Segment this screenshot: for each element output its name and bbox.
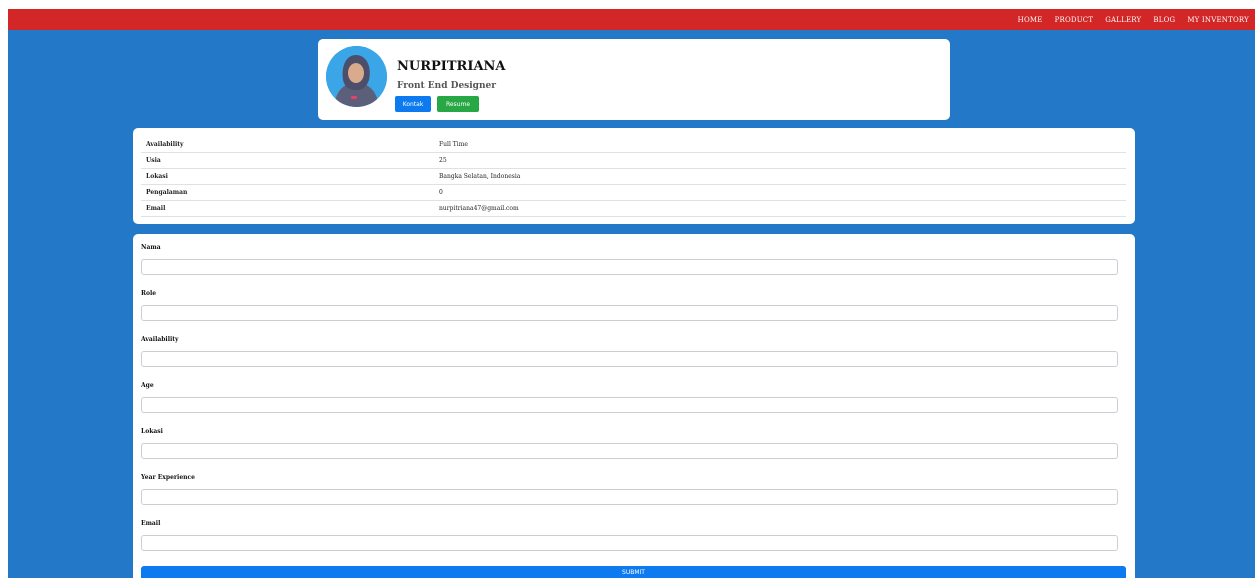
nav-my-inventory-link[interactable]: MY INVENTORY bbox=[1187, 16, 1249, 24]
top-navbar: HOME PRODUCT GALLERY BLOG MY INVENTORY bbox=[8, 9, 1255, 30]
availability-input[interactable] bbox=[141, 351, 1118, 367]
lokasi-input[interactable] bbox=[141, 443, 1118, 459]
info-value: nurpitriana47@gmail.com bbox=[434, 200, 1126, 217]
availability-label: Availability bbox=[141, 336, 179, 343]
info-value: Full Time bbox=[434, 137, 1126, 153]
nav-home-link[interactable]: HOME bbox=[1018, 16, 1043, 24]
info-key: Availability bbox=[141, 137, 434, 153]
role-label: Role bbox=[141, 290, 157, 297]
nav-links: HOME PRODUCT GALLERY BLOG MY INVENTORY bbox=[1006, 9, 1249, 30]
email-input[interactable] bbox=[141, 535, 1118, 551]
info-value: Bangka Selatan, Indonesia bbox=[434, 168, 1126, 185]
nama-label: Nama bbox=[141, 244, 161, 251]
avatar bbox=[326, 46, 387, 107]
table-row: Email nurpitriana47@gmail.com bbox=[141, 200, 1126, 217]
info-key: Lokasi bbox=[141, 168, 434, 185]
lokasi-label: Lokasi bbox=[141, 428, 163, 435]
info-key: Email bbox=[141, 200, 434, 217]
profile-card: NURPITRIANA Front End Designer Kontak Re… bbox=[318, 39, 950, 120]
profile-form: Nama Role Availability Age Lokasi Year E… bbox=[133, 234, 1135, 578]
nav-gallery-link[interactable]: GALLERY bbox=[1105, 16, 1141, 24]
info-key: Pengalaman bbox=[141, 184, 434, 201]
resume-button[interactable]: Resume bbox=[437, 96, 479, 112]
nav-product-link[interactable]: PRODUCT bbox=[1055, 16, 1094, 24]
email-label: Email bbox=[141, 520, 161, 527]
info-key: Usia bbox=[141, 152, 434, 169]
nav-blog-link[interactable]: BLOG bbox=[1153, 16, 1175, 24]
info-card: Availability Full Time Usia 25 Lokasi Ba… bbox=[133, 128, 1135, 224]
info-table: Availability Full Time Usia 25 Lokasi Ba… bbox=[141, 137, 1126, 217]
year-experience-input[interactable] bbox=[141, 489, 1118, 505]
age-label: Age bbox=[141, 382, 154, 389]
role-input[interactable] bbox=[141, 305, 1118, 321]
contact-button[interactable]: Kontak bbox=[395, 96, 431, 112]
person-photo-icon bbox=[326, 46, 387, 107]
nama-input[interactable] bbox=[141, 259, 1118, 275]
table-row: Lokasi Bangka Selatan, Indonesia bbox=[141, 168, 1126, 185]
info-value: 0 bbox=[434, 184, 1126, 201]
table-row: Usia 25 bbox=[141, 152, 1126, 169]
year-experience-label: Year Experience bbox=[141, 474, 195, 481]
submit-button[interactable]: SUBMIT bbox=[141, 566, 1126, 578]
table-row: Availability Full Time bbox=[141, 137, 1126, 153]
info-value: 25 bbox=[434, 152, 1126, 169]
profile-name: NURPITRIANA bbox=[397, 59, 506, 74]
table-row: Pengalaman 0 bbox=[141, 184, 1126, 201]
age-input[interactable] bbox=[141, 397, 1118, 413]
profile-role: Front End Designer bbox=[397, 81, 496, 91]
